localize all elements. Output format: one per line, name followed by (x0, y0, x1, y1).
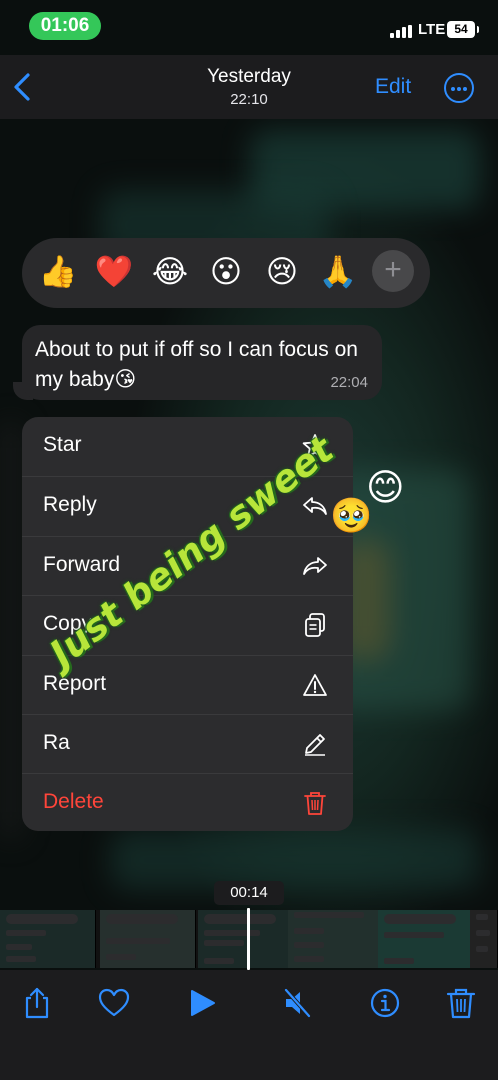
scrubber-thumbnail (198, 910, 294, 968)
message-bubble: About to put if off so I can focus on my… (22, 325, 382, 400)
video-timestamp: 00:14 (214, 881, 284, 905)
add-reaction-icon[interactable]: + (372, 250, 414, 292)
reaction-wow[interactable]: 😮 (206, 252, 246, 292)
trash-icon[interactable] (445, 986, 477, 1020)
reply-icon (303, 497, 327, 515)
more-options-icon[interactable] (444, 73, 474, 103)
reaction-heart[interactable]: ❤️ (94, 252, 134, 292)
message-time: 22:04 (330, 374, 368, 391)
trash-icon (304, 792, 326, 815)
bottom-toolbar (0, 970, 498, 1080)
reaction-pray[interactable]: 🙏 (318, 252, 358, 292)
share-icon[interactable] (21, 986, 53, 1020)
pencil-icon (305, 734, 325, 756)
scrubber-thumbnail (378, 910, 474, 968)
signal-icon (390, 25, 412, 38)
menu-item-rate[interactable]: Ra (22, 715, 353, 774)
edit-button[interactable]: Edit (375, 75, 411, 99)
status-bar: 01:06 LTE 54 (0, 0, 498, 52)
page-title: Yesterday (207, 66, 291, 87)
scrubber-thumbnail (0, 910, 96, 968)
scrubber-thumbnail (470, 910, 498, 968)
heart-icon[interactable] (97, 986, 131, 1020)
menu-item-label: Report (43, 672, 107, 695)
warning-icon (303, 674, 327, 696)
scrubber-playhead[interactable] (247, 908, 250, 970)
nav-bar: Yesterday 22:10 Edit (0, 55, 498, 119)
menu-item-delete[interactable]: Delete (22, 774, 353, 831)
info-icon[interactable] (369, 986, 401, 1020)
forward-icon (303, 557, 327, 575)
menu-item-label: Delete (43, 790, 104, 813)
copy-icon (305, 613, 325, 637)
scrubber-thumbnail (288, 910, 384, 968)
menu-item-label: Forward (43, 553, 121, 576)
reaction-laugh[interactable]: 😂 (150, 252, 190, 292)
battery-icon: 54 (447, 21, 479, 38)
message-text: About to put if off so I can focus on my… (35, 338, 358, 391)
reaction-sad[interactable]: 😢 (262, 252, 302, 292)
sticker-emoji-tears: 🥹 (330, 497, 373, 535)
menu-item-label: Ra (43, 731, 70, 754)
mute-icon[interactable] (282, 986, 314, 1020)
play-icon[interactable] (187, 986, 219, 1020)
status-time: 01:06 (29, 12, 101, 40)
scrubber-thumbnail (100, 910, 196, 968)
network-label: LTE (418, 21, 446, 38)
reaction-bar: 👍 ❤️ 😂 😮 😢 🙏 + (22, 238, 430, 308)
menu-item-label: Reply (43, 493, 97, 516)
reaction-thumbs-up[interactable]: 👍 (38, 252, 78, 292)
menu-item-label: Star (43, 433, 82, 456)
page-subtitle: 22:10 (230, 91, 268, 108)
